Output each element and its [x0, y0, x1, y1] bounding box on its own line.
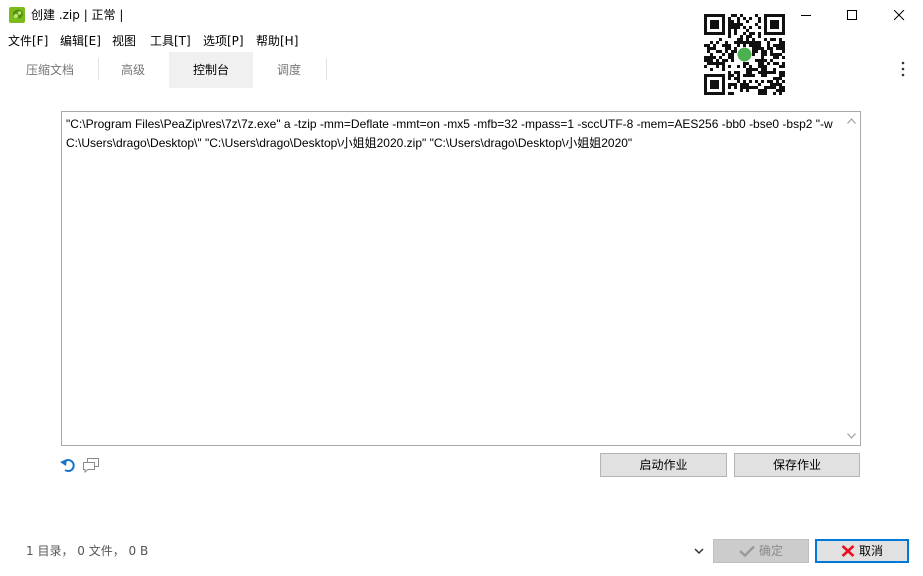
window-title: 创建 .zip | 正常 | — [31, 8, 124, 22]
maximize-icon — [847, 10, 857, 20]
tab-console[interactable]: 控制台 — [169, 52, 253, 88]
tab-advanced[interactable]: 高级 — [99, 52, 167, 88]
ok-button-label: 确定 — [758, 544, 783, 558]
start-job-button[interactable]: 启动作业 — [600, 453, 727, 477]
scroll-up-icon[interactable] — [847, 118, 856, 124]
save-job-button[interactable]: 保存作业 — [734, 453, 860, 477]
tab-schedule[interactable]: 调度 — [253, 52, 325, 88]
menu-tools[interactable]: 工具[T] — [150, 33, 191, 49]
minimize-button[interactable] — [784, 0, 830, 31]
checkmark-icon — [739, 545, 755, 557]
status-summary: 1 目录， 0 文件， 0 B — [26, 544, 149, 558]
tab-archive[interactable]: 压缩文档 — [9, 52, 91, 88]
chevron-down-icon[interactable] — [692, 545, 706, 557]
undo-icon[interactable] — [60, 457, 77, 473]
command-textarea[interactable]: "C:\Program Files\PeaZip\res\7z\7z.exe" … — [61, 111, 861, 446]
tab-divider — [326, 58, 327, 80]
menu-help[interactable]: 帮助[H] — [256, 33, 298, 49]
cancel-button-label: 取消 — [858, 544, 883, 558]
command-line-text[interactable]: "C:\Program Files\PeaZip\res\7z\7z.exe" … — [66, 115, 834, 153]
close-button[interactable] — [877, 0, 923, 31]
close-icon — [894, 10, 905, 21]
cancel-x-icon — [841, 544, 855, 557]
more-options-icon[interactable] — [895, 60, 911, 78]
ok-button[interactable]: 确定 — [713, 539, 809, 563]
peazip-icon[interactable] — [9, 7, 25, 23]
menu-file[interactable]: 文件[F] — [8, 33, 48, 49]
maximize-button[interactable] — [830, 0, 876, 31]
menu-view[interactable]: 视图 — [112, 33, 136, 49]
scroll-down-icon[interactable] — [847, 433, 856, 439]
menu-options[interactable]: 选项[P] — [203, 33, 244, 49]
cancel-button[interactable]: 取消 — [815, 539, 909, 563]
comment-icon[interactable] — [82, 457, 100, 474]
minimize-icon — [801, 15, 811, 16]
vertical-scrollbar[interactable] — [843, 112, 860, 445]
menu-edit[interactable]: 编辑[E] — [60, 33, 101, 49]
